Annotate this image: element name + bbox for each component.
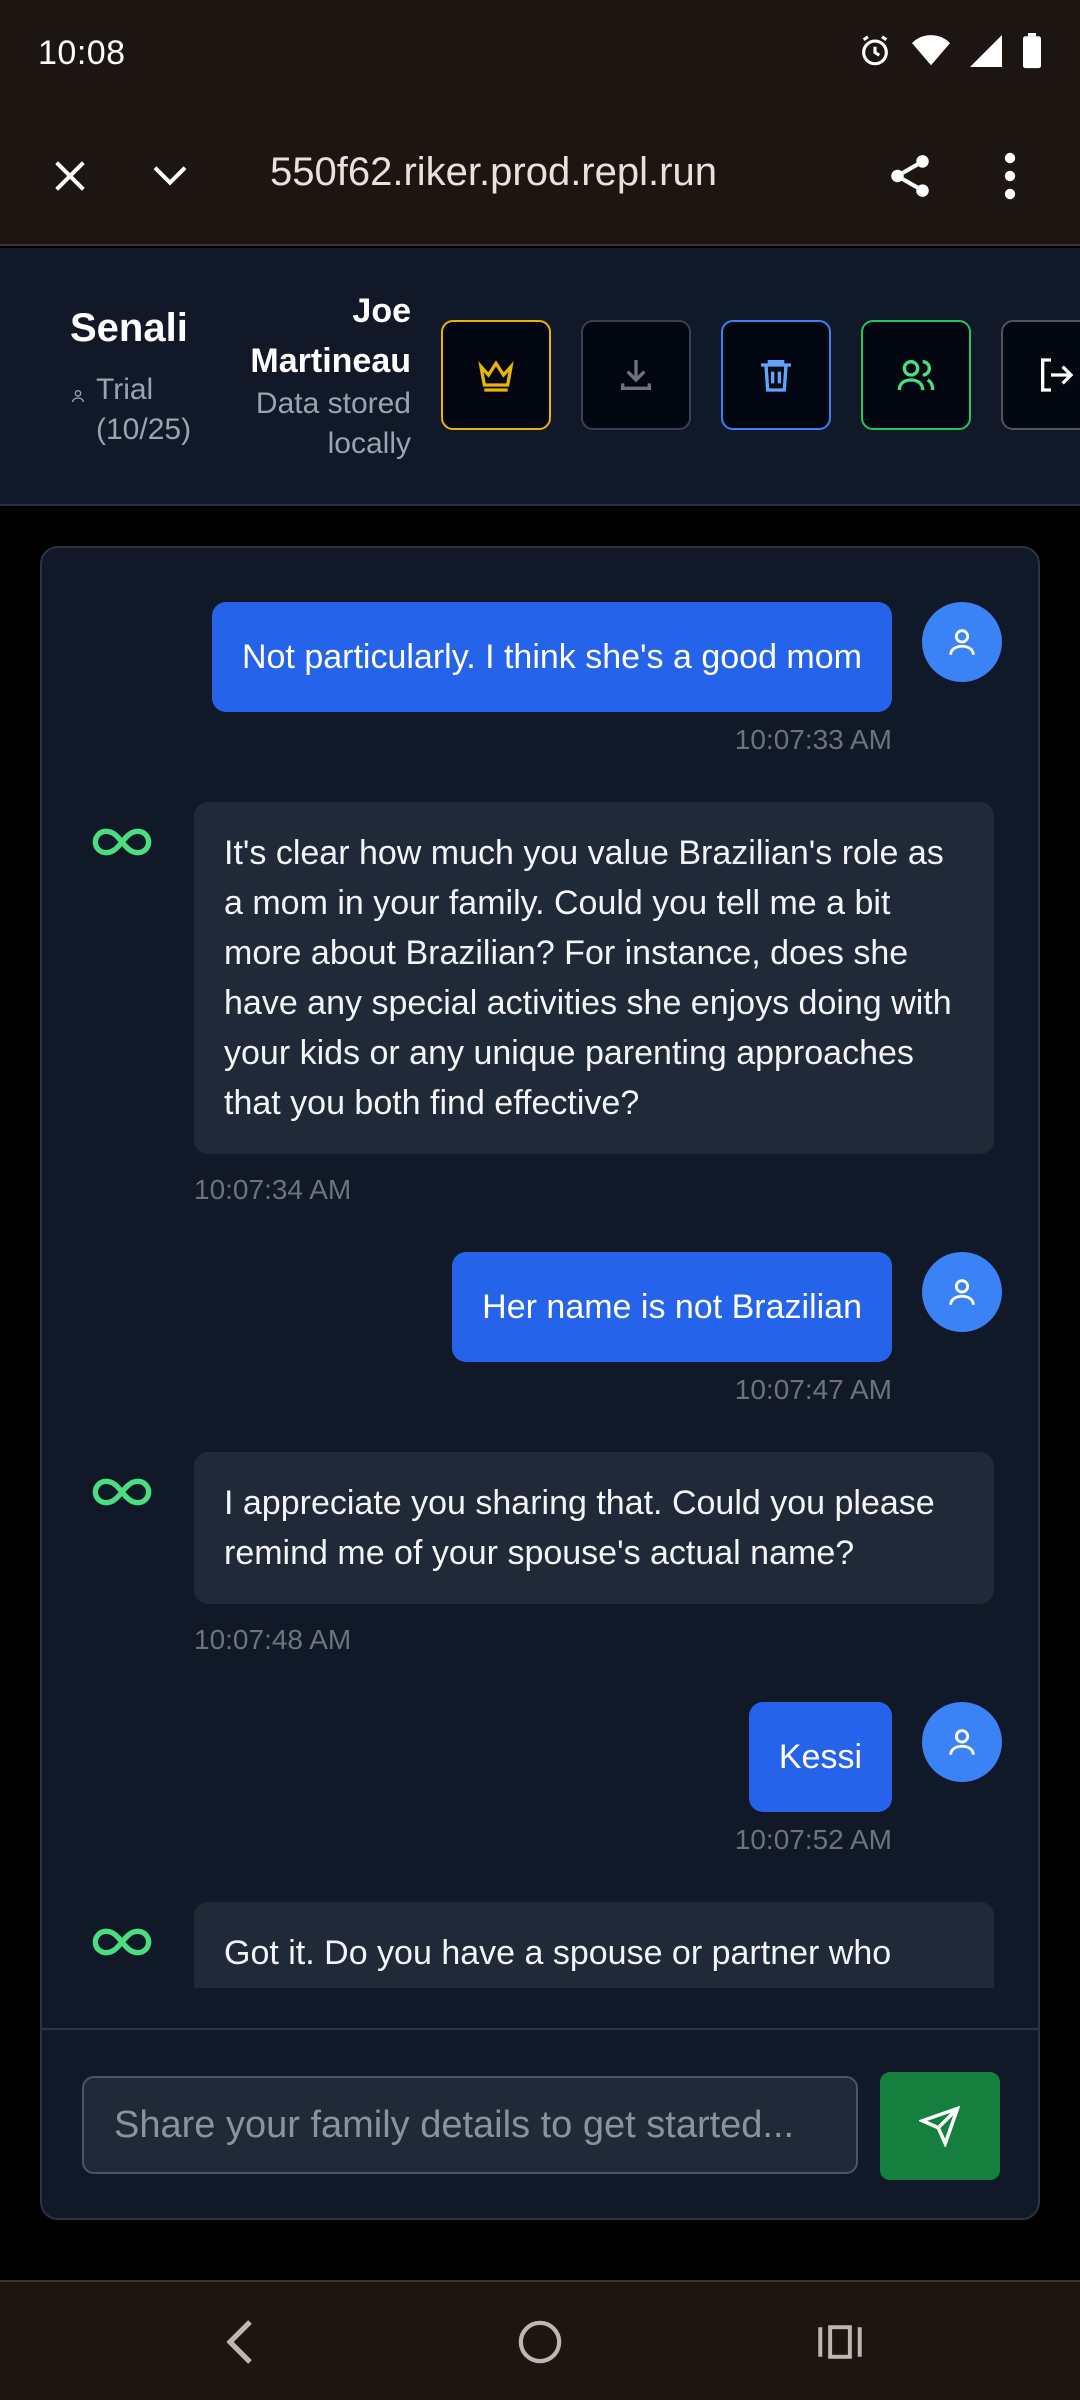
logout-icon — [1041, 358, 1074, 392]
plan-label: Trial — [96, 373, 154, 406]
wifi-icon — [912, 34, 950, 72]
more-options-button[interactable] — [976, 142, 1044, 210]
chat-panel: Not particularly. I think she's a good m… — [40, 546, 1040, 2220]
message-timestamp: 10:07:52 AM — [734, 1824, 892, 1855]
app-header: Senali Trial (10/25) Joe Martineau Data … — [0, 248, 1080, 506]
download-icon — [621, 360, 651, 390]
message-timestamp: 10:07:48 AM — [194, 1624, 352, 1655]
plan-usage: (10/25) — [96, 413, 192, 446]
infinity-icon — [92, 1928, 152, 1956]
recents-button[interactable] — [800, 2304, 880, 2380]
user-avatar — [922, 602, 1002, 682]
infinity-icon — [92, 828, 152, 856]
user-avatar — [922, 1702, 1002, 1782]
download-button[interactable] — [581, 320, 691, 430]
close-tab-button[interactable] — [36, 142, 104, 210]
recents-icon — [818, 2325, 862, 2359]
more-vert-icon — [1004, 152, 1016, 200]
battery-icon — [1022, 32, 1042, 74]
assistant-message: Got it. Do you have a spouse or partner … — [194, 1902, 994, 1988]
user-message: Her name is not Brazilian — [452, 1252, 892, 1362]
signal-icon — [970, 34, 1002, 72]
browser-toolbar: 550f62.riker.prod.repl.run — [0, 106, 1080, 246]
send-icon — [919, 2105, 961, 2147]
user-icon — [949, 1279, 975, 1305]
crown-icon — [478, 360, 514, 392]
system-nav-bar — [0, 2280, 1080, 2400]
family-members-button[interactable] — [861, 320, 971, 430]
send-button[interactable] — [880, 2072, 1000, 2180]
assistant-message: I appreciate you sharing that. Could you… — [194, 1452, 994, 1604]
users-icon — [897, 360, 935, 391]
delete-button[interactable] — [721, 320, 831, 430]
user-icon — [949, 629, 975, 655]
assistant-message: It's clear how much you value Brazilian'… — [194, 802, 994, 1154]
url-bar[interactable]: 550f62.riker.prod.repl.run — [270, 150, 717, 195]
message-timestamp: 10:07:34 AM — [194, 1174, 352, 1205]
upgrade-button[interactable] — [441, 320, 551, 430]
user-icon — [949, 1729, 975, 1755]
message-list[interactable]: Not particularly. I think she's a good m… — [42, 548, 1038, 1988]
share-icon — [891, 155, 929, 197]
status-time: 10:08 — [38, 33, 126, 72]
message-timestamp: 10:07:33 AM — [734, 724, 892, 755]
trash-icon — [761, 360, 791, 392]
user-small-icon — [72, 390, 84, 403]
home-icon — [518, 2320, 562, 2364]
app-title: Senali — [70, 306, 188, 350]
back-button[interactable] — [200, 2304, 280, 2380]
composer — [42, 2028, 1038, 2218]
alarm-icon — [858, 34, 892, 73]
share-button[interactable] — [876, 142, 944, 210]
user-message: Kessi — [748, 1702, 892, 1812]
message-timestamp: 10:07:47 AM — [734, 1374, 892, 1405]
infinity-icon — [92, 1478, 152, 1506]
assistant-avatar — [84, 1462, 160, 1522]
logout-button[interactable] — [1001, 320, 1080, 430]
chevron-down-icon — [153, 166, 187, 186]
status-icons — [858, 32, 1042, 74]
plan-status: Trial (10/25) — [70, 370, 191, 450]
status-bar: 10:08 — [0, 0, 1080, 106]
minimize-button[interactable] — [136, 142, 204, 210]
user-message: Not particularly. I think she's a good m… — [211, 602, 892, 712]
user-name: Joe Martineau — [250, 292, 411, 380]
close-icon — [55, 161, 85, 191]
back-icon — [226, 2320, 252, 2364]
message-input[interactable] — [82, 2076, 858, 2174]
user-avatar — [922, 1252, 1002, 1332]
home-button[interactable] — [500, 2304, 580, 2380]
assistant-avatar — [84, 1912, 160, 1972]
storage-note: Data stored locally — [255, 387, 411, 460]
assistant-avatar — [84, 812, 160, 872]
